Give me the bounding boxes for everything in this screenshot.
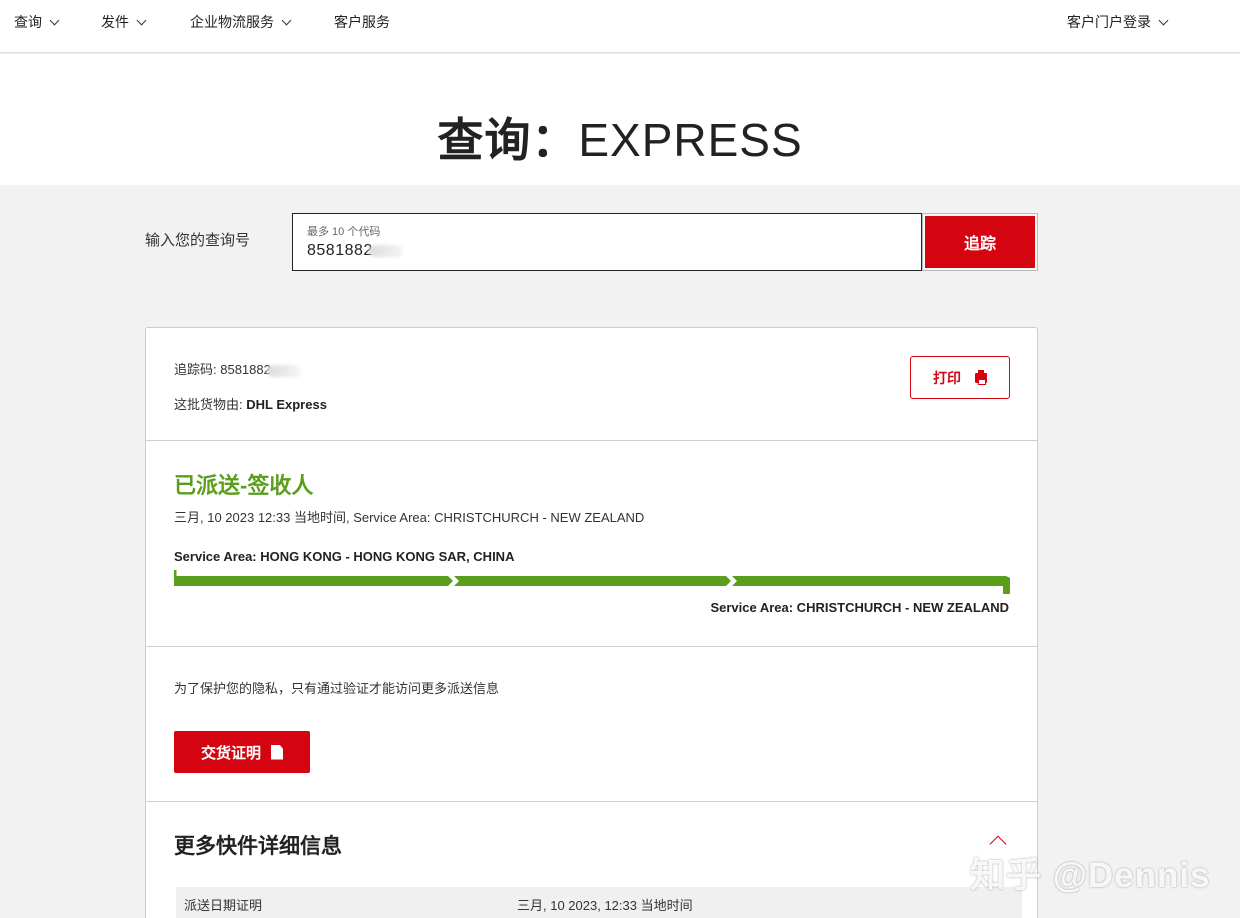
- redacted-blur: [266, 364, 301, 377]
- carrier-info: 这批货物由: DHL Express: [174, 397, 327, 412]
- more-details-title: 更多快件详细信息: [174, 835, 342, 858]
- table-row: 派送日期证明 三月, 10 2023, 12:33 当地时间: [176, 887, 1022, 918]
- progress-segment-1: [174, 576, 453, 586]
- delivery-status: 已派送-签收人: [174, 473, 314, 498]
- progress-segment-3: [732, 576, 1010, 586]
- tracking-code: 追踪码: 8581882: [174, 359, 301, 378]
- proof-of-delivery-button[interactable]: 交货证明: [174, 731, 310, 773]
- chevron-down-icon: [136, 15, 147, 25]
- tracking-number-input[interactable]: 最多 10 个代码 8581882: [292, 213, 922, 271]
- divider: [146, 801, 1037, 802]
- document-icon: [271, 744, 283, 760]
- divider: [146, 646, 1037, 647]
- progress-end-cap: [1003, 578, 1010, 594]
- search-label: 输入您的查询号: [145, 232, 251, 249]
- origin-area: Service Area: HONG KONG - HONG KONG SAR,…: [174, 549, 515, 564]
- shipment-progress-bar: [174, 570, 1010, 594]
- printer-icon: [975, 369, 987, 385]
- nav-item-ship[interactable]: 发件: [101, 12, 147, 32]
- privacy-note: 为了保护您的隐私，只有通过验证才能访问更多派送信息: [174, 681, 500, 696]
- top-nav: 查询 发件 企业物流服务 客户服务 客户门户登录: [0, 0, 1240, 53]
- progress-segment-2: [454, 576, 731, 586]
- nav-item-track[interactable]: 查询: [14, 12, 60, 32]
- search-value: 8581882: [307, 242, 403, 260]
- status-detail: 三月, 10 2023 12:33 当地时间, Service Area: CH…: [174, 510, 645, 525]
- chevron-down-icon: [1158, 15, 1169, 25]
- nav-item-portal-login[interactable]: 客户门户登录: [1067, 12, 1169, 32]
- redacted-blur: [368, 244, 403, 257]
- nav-item-logistics[interactable]: 企业物流服务: [190, 12, 292, 32]
- watermark: 知乎 @Dennis: [970, 856, 1211, 895]
- hero-section: 查询：EXPRESS: [0, 54, 1240, 185]
- print-button[interactable]: 打印: [910, 356, 1010, 399]
- divider: [146, 440, 1037, 441]
- shipment-card: 追踪码: 8581882 这批货物由: DHL Express 打印 已派送-签…: [145, 327, 1038, 918]
- nav-item-customer-service[interactable]: 客户服务: [334, 12, 390, 32]
- destination-area: Service Area: CHRISTCHURCH - NEW ZEALAND: [710, 600, 1009, 615]
- track-button[interactable]: 追踪: [922, 213, 1038, 271]
- page-title: 查询：EXPRESS: [437, 114, 803, 166]
- chevron-down-icon: [49, 15, 60, 25]
- chevron-down-icon: [281, 15, 292, 25]
- search-placeholder: 最多 10 个代码: [307, 226, 381, 238]
